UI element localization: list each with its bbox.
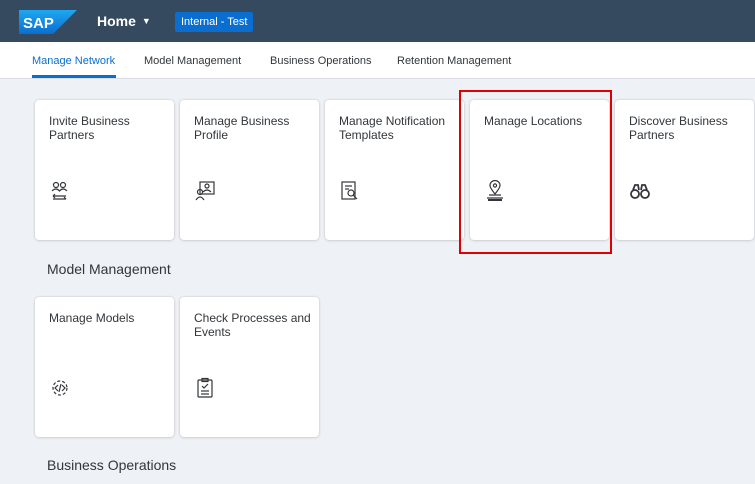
- logo-text: SAP: [23, 15, 54, 32]
- home-label: Home: [97, 13, 136, 29]
- invite-partners-icon: [49, 180, 71, 202]
- tile-manage-business-profile[interactable]: Manage Business Profile: [180, 100, 319, 240]
- business-profile-icon: [194, 180, 216, 202]
- sap-logo[interactable]: SAP: [19, 10, 77, 34]
- tab-manage-network[interactable]: Manage Network: [32, 55, 115, 67]
- tile-title: Invite Business Partners: [49, 114, 130, 142]
- tile-title: Manage Models: [49, 311, 135, 325]
- tile-title: Check Processes and Events: [194, 311, 311, 339]
- tile-manage-notification-templates[interactable]: Manage Notification Templates: [325, 100, 464, 240]
- tile-check-processes-and-events[interactable]: Check Processes and Events: [180, 297, 319, 437]
- tab-model-management[interactable]: Model Management: [144, 55, 241, 67]
- model-gear-code-icon: [49, 377, 71, 399]
- active-tab-indicator: [32, 75, 116, 78]
- tile-manage-models[interactable]: Manage Models: [35, 297, 174, 437]
- tile-title: Discover Business Partners: [629, 114, 728, 142]
- anchor-tab-bar: Manage Network Model Management Business…: [0, 42, 755, 79]
- binoculars-icon: [629, 180, 651, 202]
- tile-title: Manage Notification Templates: [339, 114, 446, 142]
- shell-bar: SAP Home ▼ Internal - Test: [0, 0, 755, 42]
- tile-invite-business-partners[interactable]: Invite Business Partners: [35, 100, 174, 240]
- tile-title: Manage Business Profile: [194, 114, 290, 142]
- home-menu-button[interactable]: Home ▼: [97, 12, 151, 30]
- group-title-business-operations: Business Operations: [47, 457, 177, 473]
- notification-template-icon: [339, 180, 361, 202]
- group-title-model-management: Model Management: [47, 261, 171, 277]
- highlight-box: [459, 90, 612, 254]
- tab-retention-management[interactable]: Retention Management: [397, 55, 511, 67]
- environment-badge: Internal - Test: [175, 12, 254, 32]
- tile-discover-business-partners[interactable]: Discover Business Partners: [615, 100, 754, 240]
- tab-business-operations[interactable]: Business Operations: [270, 55, 372, 67]
- caret-down-icon: ▼: [141, 16, 151, 26]
- clipboard-check-icon: [194, 377, 216, 399]
